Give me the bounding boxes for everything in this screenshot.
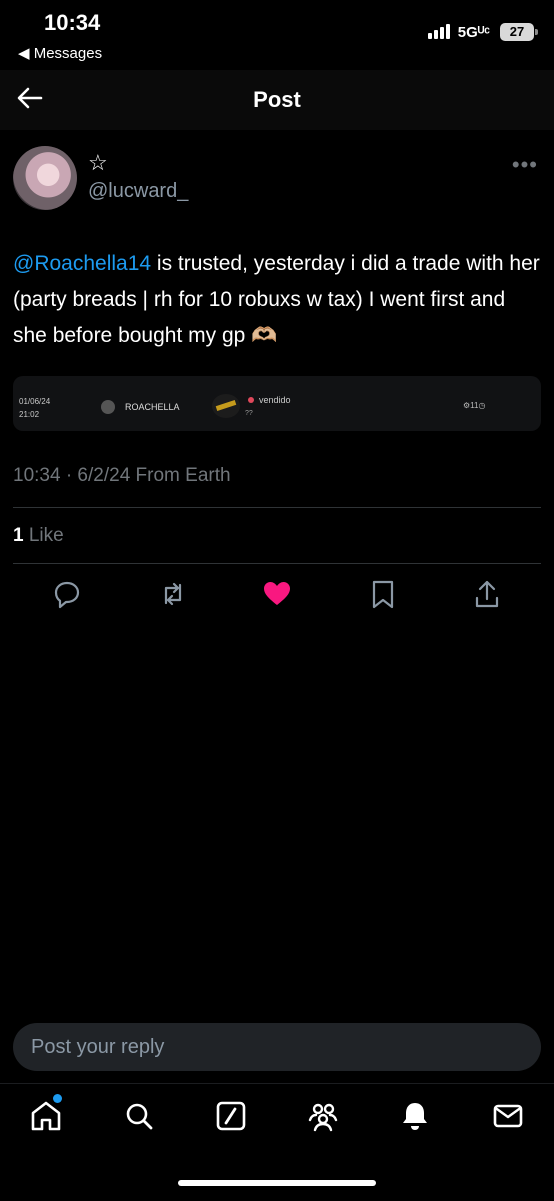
home-icon[interactable] (28, 1098, 64, 1134)
avatar[interactable] (13, 146, 77, 210)
trade-screenshot[interactable]: 01/06/24 21:02 ROACHELLA vendido ?? ⚙11◷ (13, 376, 541, 431)
reply-bubble-icon[interactable] (52, 578, 82, 610)
likes-label: Like (23, 525, 64, 546)
bookmark-icon[interactable] (368, 578, 398, 610)
signal-icon (428, 24, 450, 39)
reply-input[interactable]: Post your reply (13, 1023, 541, 1071)
divider (13, 563, 541, 564)
search-icon[interactable] (121, 1098, 157, 1134)
divider (13, 507, 541, 508)
home-indicator[interactable] (178, 1180, 376, 1186)
notification-dot (53, 1094, 62, 1103)
reply-placeholder: Post your reply (31, 1036, 165, 1058)
network-label: 5Gᵁᶜ (457, 24, 490, 41)
likes-count[interactable]: 1 Like (13, 525, 64, 547)
item-icon (212, 394, 240, 418)
star-icon: ☆ (88, 150, 108, 175)
post-text: @Roachella14 is trusted, yesterday i did… (13, 246, 541, 354)
battery-icon: 27 (500, 23, 538, 41)
more-options-icon[interactable]: ••• (512, 152, 538, 178)
mention-link[interactable]: @Roachella14 (13, 252, 151, 275)
heart-icon[interactable] (262, 578, 292, 610)
notifications-icon[interactable] (397, 1098, 433, 1134)
post-meta: 10:34 · 6/2/24 From Earth (13, 465, 231, 486)
grok-icon[interactable] (213, 1098, 249, 1134)
author-handle[interactable]: @lucward_ (88, 180, 188, 203)
attachment-status: vendido (259, 395, 291, 405)
status-bar: 10:34 ◀ Messages 5Gᵁᶜ 27 (0, 0, 554, 70)
attachment-count: ⚙11◷ (463, 401, 486, 410)
attachment-count-value: 11 (470, 401, 479, 410)
page-title: Post (253, 87, 301, 112)
top-nav: Post (0, 70, 554, 130)
repost-icon[interactable] (158, 578, 188, 610)
communities-icon[interactable] (305, 1098, 341, 1134)
back-to-messages[interactable]: ◀ Messages (18, 44, 102, 62)
attachment-time: 21:02 (19, 410, 40, 419)
attachment-date: 01/06/24 (19, 397, 51, 406)
clock: 10:34 (44, 10, 101, 35)
attachment-question: ?? (245, 410, 253, 417)
messages-icon[interactable] (490, 1098, 526, 1134)
likes-number: 1 (13, 525, 24, 546)
attachment-datetime: 01/06/24 21:02 (19, 395, 50, 421)
action-bar (0, 578, 554, 614)
status-dot-icon (248, 397, 254, 403)
attachment-name: ROACHELLA (125, 402, 180, 412)
share-icon[interactable] (472, 578, 502, 610)
attachment-avatar-icon (101, 400, 115, 414)
